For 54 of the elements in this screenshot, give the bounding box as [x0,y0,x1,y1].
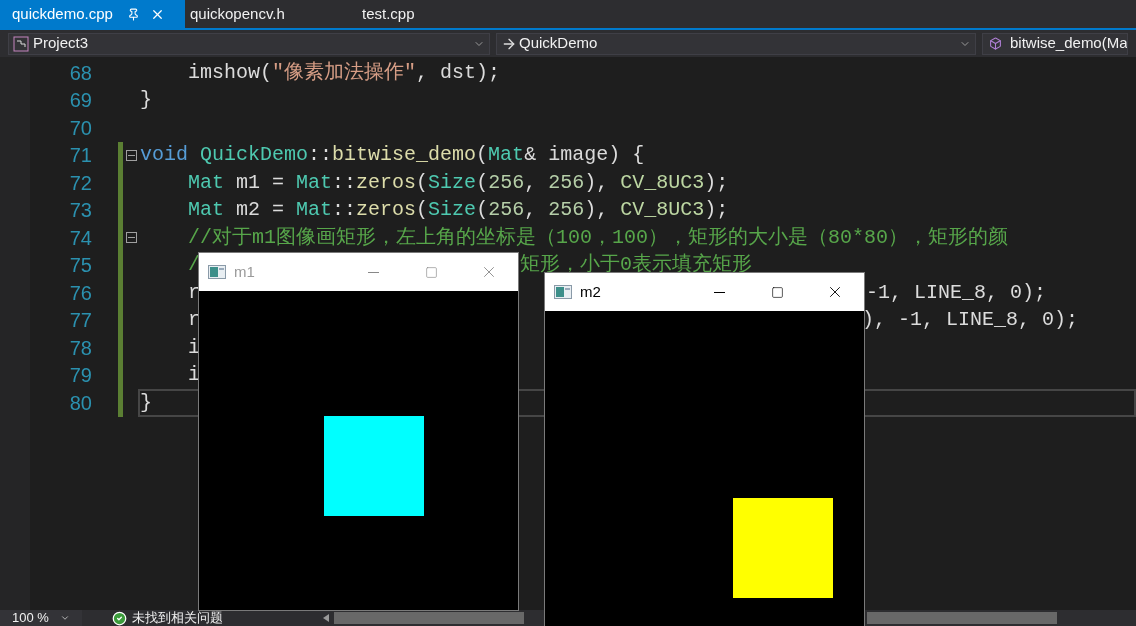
app-icon [208,265,226,279]
code-text: Mat m1 = Mat::zeros(Size(256, 256), CV_8UC3); [188,169,729,196]
line-number: 69 [68,88,92,114]
horizontal-scrollbar-thumb[interactable] [867,612,1057,624]
issues-status: 未找到相关问题 [132,609,223,626]
code-text: / [188,252,200,279]
scroll-left-icon [323,614,329,622]
app-icon [554,285,572,299]
minimize-icon [367,271,379,273]
code-text: r [188,279,200,306]
project-icon [13,35,29,52]
window-title: m1 [234,261,255,282]
line-number: 80 [68,390,92,416]
collapse-toggle[interactable] [126,232,137,244]
line-number: 68 [68,60,92,86]
line-number: 71 [68,143,92,169]
line-number: 70 [68,115,92,141]
code-text: imshow("像素加法操作", dst); [188,59,501,86]
zoom-dropdown[interactable]: 100 % [0,610,82,626]
code-text: Mat m2 = Mat::zeros(Size(256, 256), CV_8UC3); [188,197,729,224]
file-tab[interactable]: quickdemo.cpp [0,0,185,28]
caret-icon [60,613,70,623]
window-title: m2 [580,281,601,302]
code-text: -1, LINE_8, 0); [866,279,1047,306]
code-text: //对于m1图像画矩形，左上角的坐标是（100，100），矩形的大小是（80*80），矩形的颜 [188,224,1009,251]
code-text: r [188,307,200,334]
maximize-icon [424,265,438,279]
line-number: 76 [68,280,92,306]
code-text: 矩形，小于0表示填充矩形 [520,252,753,279]
line-number: 75 [68,253,92,279]
code-text: i [188,334,200,361]
code-text: } [140,87,152,114]
line-number: 79 [68,363,92,389]
horizontal-scrollbar-thumb[interactable] [334,612,524,624]
maximize-icon [770,285,784,299]
collapse-toggle[interactable] [126,149,137,161]
minimize-icon [713,291,725,293]
file-tab[interactable]: quickopencv.h [185,0,357,28]
line-number: 78 [68,335,92,361]
code-text: void QuickDemo::bitwise_demo(Mat& image) { [140,142,645,169]
code-text: } [140,389,152,416]
cube-icon [989,37,1002,50]
scope-dropdown[interactable]: QuickDemo [496,32,976,55]
member-dropdown[interactable]: bitwise_demo(Ma [982,32,1128,55]
pin-icon[interactable] [126,7,140,21]
line-number: 73 [68,198,92,224]
project-dropdown[interactable]: Project3 [8,32,490,55]
line-number: 72 [68,170,92,196]
line-number: 74 [68,225,92,251]
line-number: 77 [68,308,92,334]
code-text: ), -1, LINE_8, 0); [862,307,1079,334]
code-text: i [188,362,200,389]
check-icon [112,610,127,626]
file-tab[interactable]: test.cpp [357,0,477,28]
